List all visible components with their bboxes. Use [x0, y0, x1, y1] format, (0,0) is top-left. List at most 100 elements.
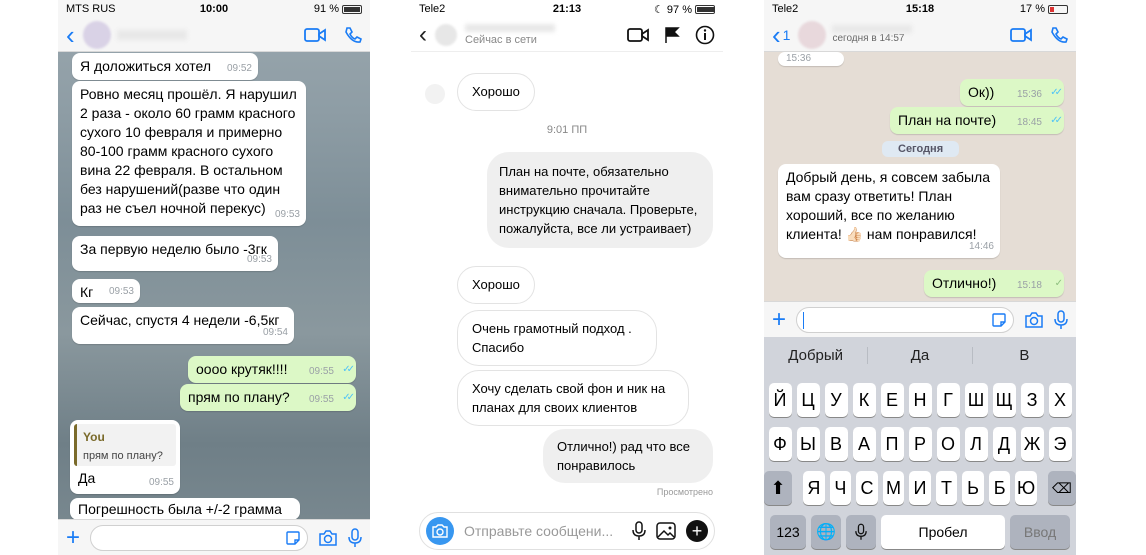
key[interactable]: У	[824, 383, 848, 417]
plus-icon[interactable]: +	[772, 306, 786, 334]
microphone-icon[interactable]	[1054, 309, 1068, 330]
key[interactable]: П	[880, 427, 904, 461]
avatar[interactable]	[82, 20, 111, 49]
back-arrow-icon[interactable]: ‹	[419, 21, 427, 49]
sticker-icon[interactable]	[285, 530, 301, 546]
key[interactable]: Ь	[962, 471, 984, 505]
message-in-partial: 15:36	[778, 52, 844, 66]
key[interactable]: Ы	[796, 427, 820, 461]
seen-label: Просмотрено	[656, 487, 713, 497]
key[interactable]: Ф	[768, 427, 792, 461]
unread-count[interactable]: 1	[783, 27, 791, 43]
key[interactable]: З	[1020, 383, 1044, 417]
key[interactable]: Ц	[796, 383, 820, 417]
numbers-key[interactable]: 123	[770, 515, 806, 549]
quoted-message[interactable]: You прям по плану?	[74, 424, 176, 466]
key-row-4: 123 🌐 Пробел Ввод	[764, 515, 1076, 549]
key[interactable]: Ч	[829, 471, 852, 505]
message-input[interactable]	[90, 524, 308, 551]
key[interactable]: Ж	[1020, 427, 1044, 461]
back-arrow-icon[interactable]: ‹	[66, 22, 75, 48]
read-ticks-icon: ✓✓	[342, 392, 355, 403]
keyboard: Добрый Да В Й Ц У К Е Н Г Ш Щ З Х Ф Ы В …	[764, 337, 1076, 555]
key[interactable]: С	[856, 471, 878, 505]
info-icon[interactable]	[695, 25, 715, 45]
key[interactable]: Л	[964, 427, 988, 461]
last-seen: сегодня в 14:57	[832, 33, 905, 44]
contact-name-blurred[interactable]	[465, 23, 555, 32]
contact-name-blurred[interactable]	[116, 29, 187, 40]
message-input[interactable]: Отправьте сообщени...	[464, 523, 622, 539]
key[interactable]: Й	[768, 383, 792, 417]
key[interactable]: О	[936, 427, 960, 461]
date-separator: Сегодня	[882, 141, 960, 157]
camera-icon[interactable]	[426, 517, 454, 545]
key[interactable]: Р	[908, 427, 932, 461]
key[interactable]: А	[852, 427, 876, 461]
key[interactable]: Я	[803, 471, 825, 505]
suggestion[interactable]: Добрый	[764, 346, 869, 364]
video-call-icon[interactable]	[1010, 27, 1032, 43]
message-input[interactable]	[796, 306, 1014, 333]
gallery-icon[interactable]	[656, 522, 676, 540]
sticker-icon[interactable]	[991, 312, 1007, 328]
key-row-1: Й Ц У К Е Н Г Ш Щ З Х	[764, 383, 1076, 417]
phone-call-icon[interactable]	[344, 26, 362, 44]
key[interactable]: Г	[936, 383, 960, 417]
back-arrow-icon[interactable]: ‹	[772, 22, 781, 48]
key[interactable]: К	[852, 383, 876, 417]
microphone-icon[interactable]	[348, 527, 362, 548]
plus-icon[interactable]: +	[66, 524, 80, 552]
key[interactable]: Д	[992, 427, 1016, 461]
message-out: прям по плану? 09:55 ✓✓	[180, 384, 356, 411]
add-icon[interactable]: +	[686, 520, 708, 542]
dictation-key-icon[interactable]	[846, 515, 876, 549]
message-in: Погрешность была +/-2 грамма	[70, 498, 300, 520]
microphone-icon[interactable]	[632, 521, 646, 541]
video-call-icon[interactable]	[304, 27, 326, 43]
video-call-icon[interactable]	[627, 27, 649, 43]
key[interactable]: Е	[880, 383, 904, 417]
battery-percent: 91 %	[313, 3, 339, 15]
enter-key[interactable]: Ввод	[1010, 515, 1070, 549]
key[interactable]: Э	[1048, 427, 1072, 461]
backspace-key-icon[interactable]: ⌫	[1047, 471, 1076, 505]
key[interactable]: Ю	[1015, 471, 1037, 505]
phone-call-icon[interactable]	[1050, 26, 1068, 44]
key[interactable]: Б	[988, 471, 1011, 505]
key-row-3: ⬆ Я Ч С М И Т Ь Б Ю ⌫	[764, 471, 1076, 505]
key[interactable]: М	[882, 471, 905, 505]
key[interactable]: Щ	[992, 383, 1016, 417]
carrier: MTS RUS	[66, 3, 116, 15]
key[interactable]: Т	[935, 471, 958, 505]
key[interactable]: Н	[908, 383, 932, 417]
shift-key-icon[interactable]: ⬆	[764, 471, 793, 505]
key[interactable]: Х	[1048, 383, 1072, 417]
camera-icon[interactable]	[1024, 311, 1044, 328]
message-in: Кг 09:53	[72, 279, 140, 303]
status-bar: MTS RUS 10:00 91 %	[58, 0, 370, 18]
key[interactable]: Ш	[964, 383, 988, 417]
battery-icon	[342, 4, 362, 14]
carrier: Tele2	[772, 3, 799, 15]
input-bar: +	[58, 519, 370, 555]
key[interactable]: В	[824, 427, 848, 461]
space-key[interactable]: Пробел	[881, 515, 1005, 549]
suggestion[interactable]: В	[973, 347, 1076, 364]
avatar[interactable]	[798, 20, 827, 49]
status-bar: Tele2 15:18 17 %	[764, 0, 1076, 18]
message-out: Отлично!) рад что все понравилось	[543, 429, 713, 483]
avatar[interactable]	[435, 23, 457, 46]
whatsapp-screenshot-1: MTS RUS 10:00 91 % ‹ Я доложиться хотел 0…	[58, 0, 370, 555]
chat-header: ‹ Сейчас в сети	[411, 18, 723, 52]
sender-avatar	[425, 84, 445, 104]
contact-name-blurred[interactable]	[832, 25, 913, 33]
suggestion[interactable]: Да	[868, 346, 973, 364]
camera-icon[interactable]	[318, 529, 338, 546]
key[interactable]: И	[909, 471, 931, 505]
flag-icon[interactable]	[663, 26, 681, 44]
online-status: Сейчас в сети	[465, 33, 537, 46]
globe-key-icon[interactable]: 🌐	[811, 515, 841, 549]
message-in: Хочу сделать свой фон и ник на планах дл…	[457, 370, 689, 426]
key-row-2: Ф Ы В А П Р О Л Д Ж Э	[764, 427, 1076, 461]
